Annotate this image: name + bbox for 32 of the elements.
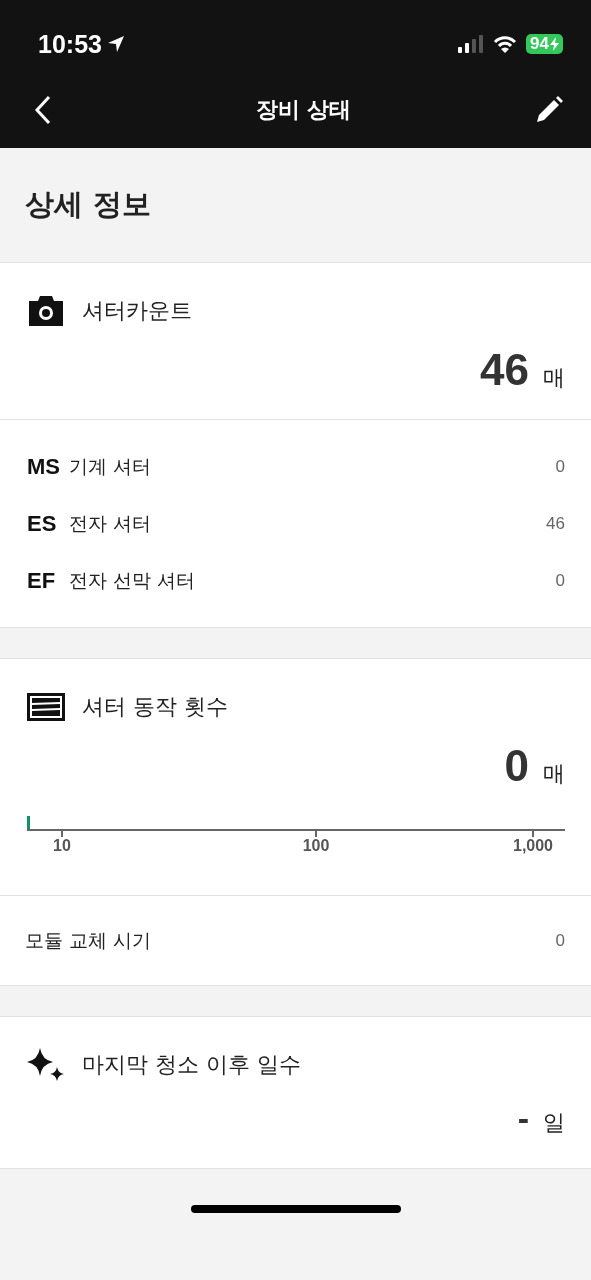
count-value: - <box>517 1099 529 1138</box>
shutter-type-code: EF <box>27 567 57 594</box>
axis-tick-label: 1,000 <box>513 837 553 855</box>
camera-icon <box>27 294 65 328</box>
row-label: 전자 선막 셔터 <box>69 567 197 593</box>
row-value: 0 <box>555 930 565 951</box>
signal-icon <box>458 35 485 53</box>
row-label: 전자 셔터 <box>69 510 153 536</box>
card-title: 셔터카운트 <box>82 297 192 325</box>
unit-label: 매 <box>543 364 565 392</box>
clock-time: 10:53 <box>38 29 102 59</box>
row-value: 46 <box>546 513 565 534</box>
row-value: 0 <box>555 570 565 591</box>
axis-tick-label: 10 <box>53 837 71 855</box>
row-value: 0 <box>555 456 565 477</box>
card-title: 셔터 동작 횟수 <box>82 693 228 721</box>
axis-tick-label: 100 <box>302 837 330 855</box>
battery-indicator: 94 <box>526 34 563 54</box>
pencil-icon[interactable] <box>535 96 563 124</box>
row-label: 모듈 교체 시기 <box>25 927 153 953</box>
back-icon[interactable] <box>34 95 52 125</box>
section-title: 상세 정보 <box>25 186 152 223</box>
screen-title: 장비 상태 <box>255 96 352 124</box>
shutter-type-code: ES <box>27 510 58 537</box>
unit-label: 일 <box>543 1109 565 1137</box>
shutter-icon <box>27 693 65 721</box>
count-value: 0 <box>504 741 529 791</box>
row-label: 기계 셔터 <box>69 453 153 479</box>
count-value: 46 <box>480 345 529 395</box>
shutter-type-code: MS <box>27 453 61 480</box>
card-title: 마지막 청소 이후 일수 <box>82 1051 301 1079</box>
unit-label: 매 <box>543 760 565 788</box>
